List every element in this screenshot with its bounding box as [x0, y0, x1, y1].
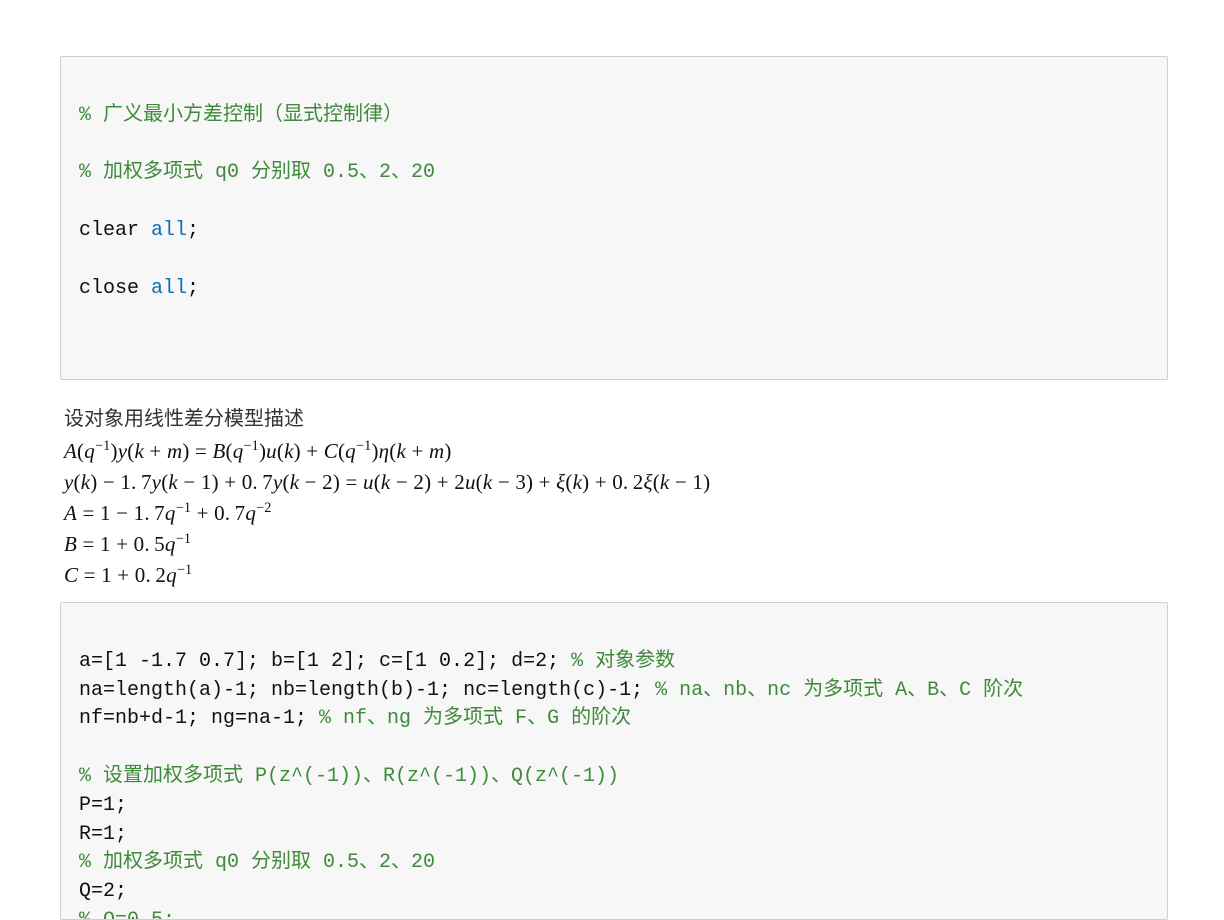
code-comment: % na、nb、nc 为多项式 A、B、C 阶次 [655, 679, 1023, 702]
code-text: close [79, 277, 151, 300]
code-text: nf=nb+d-1; ng=na-1; [79, 707, 319, 730]
code-block-1: % 广义最小方差控制（显式控制律） % 加权多项式 q0 分别取 0.5、2、2… [60, 56, 1168, 380]
math-line-4: B = 1 + 0. 5q−1 [64, 532, 1168, 557]
code-text: clear [79, 219, 151, 242]
code-text: R=1; [79, 823, 127, 846]
code-text: P=1; [79, 794, 127, 817]
narrative-text: 设对象用线性差分模型描述 [64, 402, 1168, 431]
code-text: ; [187, 277, 199, 300]
page: % 广义最小方差控制（显式控制律） % 加权多项式 q0 分别取 0.5、2、2… [0, 0, 1224, 920]
code-text: Q=2; [79, 880, 127, 903]
code-block-2: a=[1 -1.7 0.7]; b=[1 2]; c=[1 0.2]; d=2;… [60, 602, 1168, 920]
code-text: a=[1 -1.7 0.7]; b=[1 2]; c=[1 0.2]; d=2; [79, 650, 571, 673]
code-text: na=length(a)-1; nb=length(b)-1; nc=lengt… [79, 679, 655, 702]
math-line-1: A(q−1)y(k + m) = B(q−1)u(k) + C(q−1)η(k … [64, 439, 1168, 464]
code-keyword: all [151, 219, 187, 242]
math-line-3: A = 1 − 1. 7q−1 + 0. 7q−2 [64, 501, 1168, 526]
code-text: ; [187, 219, 199, 242]
code-comment: % 设置加权多项式 P(z^(-1))、R(z^(-1))、Q(z^(-1)) [79, 765, 619, 788]
math-block: A(q−1)y(k + m) = B(q−1)u(k) + C(q−1)η(k … [64, 439, 1168, 588]
code-comment: % 加权多项式 q0 分别取 0.5、2、20 [79, 161, 435, 184]
code-comment: % 加权多项式 q0 分别取 0.5、2、20 [79, 851, 435, 874]
math-line-2: y(k) − 1. 7y(k − 1) + 0. 7y(k − 2) = u(k… [64, 470, 1168, 495]
math-line-5: C = 1 + 0. 2q−1 [64, 563, 1168, 588]
code-comment: % nf、ng 为多项式 F、G 的阶次 [319, 707, 631, 730]
code-comment: % 广义最小方差控制（显式控制律） [79, 104, 403, 127]
code-keyword: all [151, 277, 187, 300]
code-comment: % 对象参数 [571, 650, 675, 673]
code-comment: % Q=0.5; [79, 909, 175, 920]
